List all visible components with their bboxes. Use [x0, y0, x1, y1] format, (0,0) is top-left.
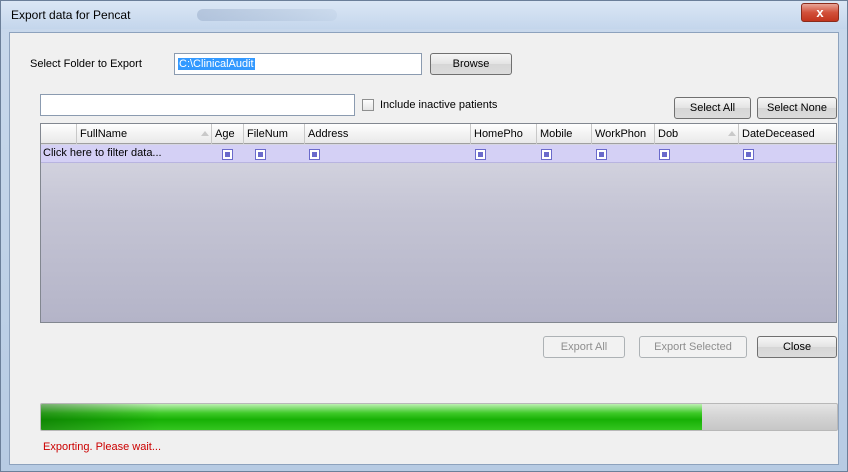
- filter-operator-icon[interactable]: [659, 149, 670, 160]
- column-header-label: FullName: [80, 128, 128, 140]
- column-header-age[interactable]: Age: [212, 124, 244, 144]
- title-bar[interactable]: Export data for Pencat x: [1, 1, 847, 29]
- filter-operator-icon[interactable]: [475, 149, 486, 160]
- window-close-button[interactable]: x: [801, 3, 839, 22]
- folder-path-value: C:\ClinicalAudit: [178, 58, 255, 70]
- background-window-title: [197, 9, 337, 21]
- export-progress-bar: [40, 403, 838, 431]
- filter-operator-icon[interactable]: [743, 149, 754, 160]
- select-all-button[interactable]: Select All: [674, 97, 751, 119]
- filter-row-hint: Click here to filter data...: [43, 147, 162, 159]
- include-inactive-label: Include inactive patients: [380, 99, 498, 111]
- progress-fill: [41, 404, 702, 430]
- sort-indicator-icon: [728, 131, 736, 136]
- select-none-button[interactable]: Select None: [757, 97, 837, 119]
- dialog-body: Select Folder to Export C:\ClinicalAudit…: [9, 32, 839, 465]
- export-all-button[interactable]: Export All: [543, 336, 625, 358]
- filter-operator-icon[interactable]: [541, 149, 552, 160]
- column-header-homephone[interactable]: HomePho: [471, 124, 537, 144]
- browse-button[interactable]: Browse: [430, 53, 512, 75]
- export-selected-button[interactable]: Export Selected: [639, 336, 747, 358]
- column-header-fullname[interactable]: FullName: [77, 124, 212, 144]
- filter-operator-icon[interactable]: [309, 149, 320, 160]
- grid-filter-row[interactable]: Click here to filter data...: [41, 145, 836, 163]
- column-header-datedeceased[interactable]: DateDeceased: [739, 124, 836, 144]
- status-message: Exporting. Please wait...: [43, 441, 162, 453]
- window-title: Export data for Pencat: [11, 8, 131, 22]
- column-header-label: Dob: [658, 128, 679, 140]
- patients-grid[interactable]: FullName Age FileNum Address HomePho Mob…: [40, 123, 837, 323]
- column-header-mobile[interactable]: Mobile: [537, 124, 592, 144]
- filter-operator-icon[interactable]: [255, 149, 266, 160]
- close-button[interactable]: Close: [757, 336, 837, 358]
- column-header-workphone[interactable]: WorkPhon: [592, 124, 655, 144]
- export-dialog: Export data for Pencat x Select Folder t…: [0, 0, 848, 472]
- search-input[interactable]: [40, 94, 355, 116]
- column-header-filenum[interactable]: FileNum: [244, 124, 305, 144]
- column-header-address[interactable]: Address: [305, 124, 471, 144]
- include-inactive-checkbox[interactable]: [362, 99, 374, 111]
- row-indicator-header: [41, 124, 77, 144]
- filter-operator-icon[interactable]: [222, 149, 233, 160]
- folder-path-input[interactable]: C:\ClinicalAudit: [174, 53, 422, 75]
- column-header-dob[interactable]: Dob: [655, 124, 739, 144]
- filter-operator-icon[interactable]: [596, 149, 607, 160]
- folder-label: Select Folder to Export: [30, 58, 142, 70]
- sort-indicator-icon: [201, 131, 209, 136]
- grid-header: FullName Age FileNum Address HomePho Mob…: [41, 124, 836, 144]
